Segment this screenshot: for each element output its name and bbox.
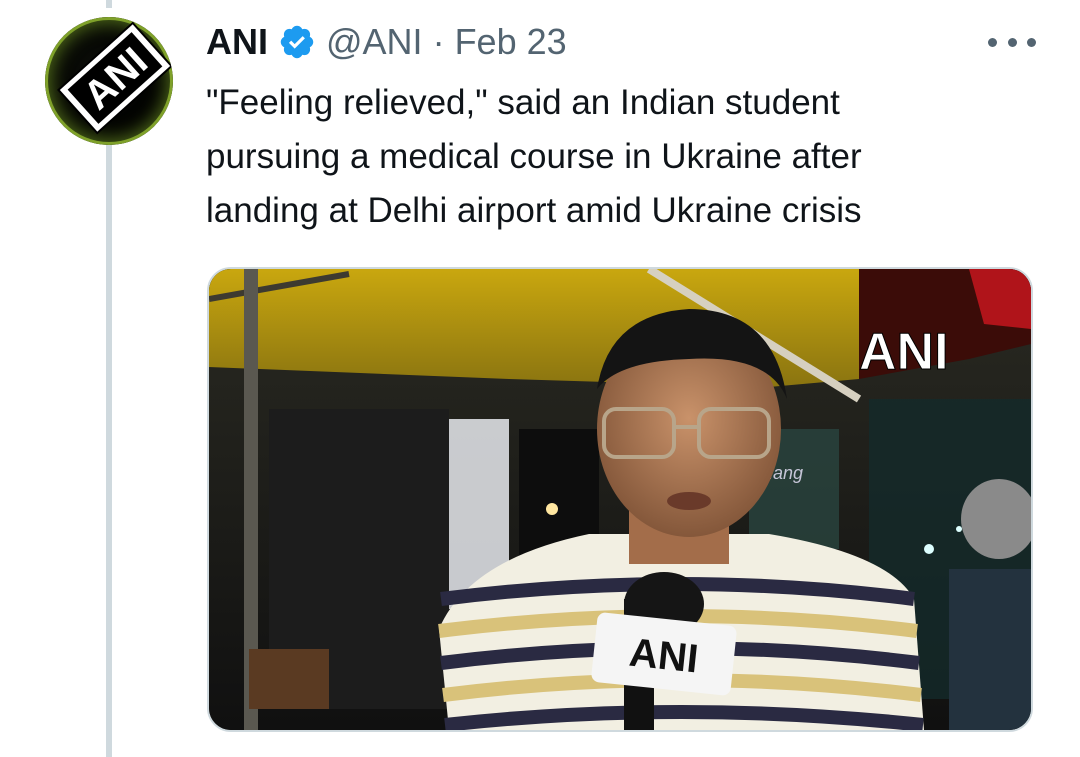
- mic-label: ANI: [627, 631, 700, 682]
- more-horizontal-icon[interactable]: [988, 30, 1036, 54]
- tweet-header: ANI @ANI · Feb 23: [206, 22, 567, 62]
- thread-connector-top: [106, 0, 112, 8]
- author-name[interactable]: ANI: [206, 22, 268, 62]
- avatar[interactable]: ANI: [45, 17, 173, 145]
- header-separator: ·: [432, 21, 445, 62]
- verified-badge-icon: [278, 23, 316, 61]
- author-handle[interactable]: @ANI: [326, 22, 423, 62]
- thread-connector-line: [106, 140, 112, 757]
- video-watermark: ANI: [859, 323, 949, 381]
- tweet-text: "Feeling relieved," said an Indian stude…: [206, 83, 862, 230]
- tweet-media-image[interactable]: iang ANI ANI: [207, 267, 1033, 732]
- tweet-date[interactable]: Feb 23: [455, 22, 567, 62]
- more-dot: [1007, 37, 1017, 47]
- more-dot: [1027, 37, 1036, 47]
- more-dot: [988, 37, 997, 47]
